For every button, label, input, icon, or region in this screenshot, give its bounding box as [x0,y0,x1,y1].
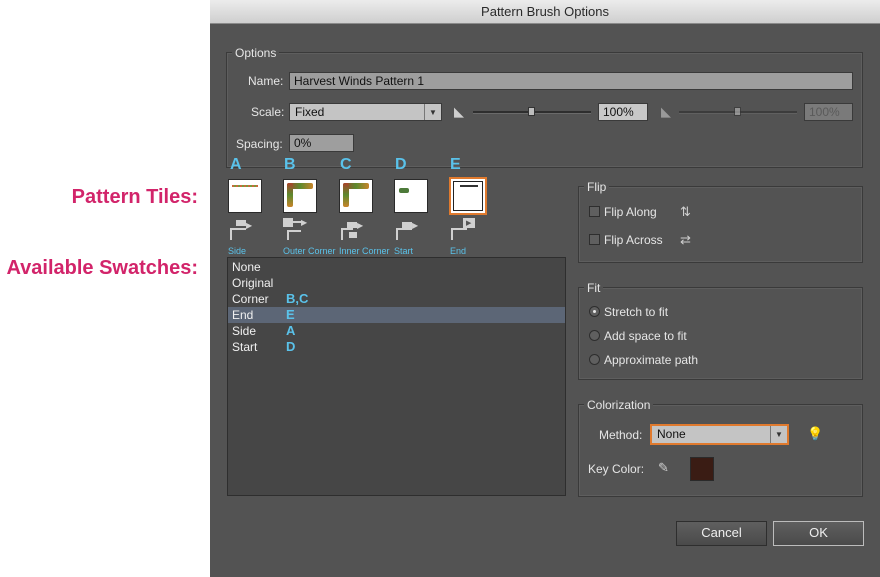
flip-across-label: Flip Across [604,233,663,247]
method-dropdown-value: None [657,427,686,441]
available-swatches-annotation: Available Swatches: [6,257,198,279]
cancel-button[interactable]: Cancel [676,521,767,546]
tile-caption-start: Start [394,246,414,256]
inner-corner-tile-icon: ▶ [339,218,367,242]
swatch-annotation: D [286,339,296,354]
spacing-label: Spacing: [236,137,283,151]
swatch-label: Original [232,276,274,290]
swatch-item-original[interactable]: Original [228,275,565,291]
flip-along-checkbox[interactable] [589,206,600,217]
key-color-label: Key Color: [588,462,645,476]
add-space-to-fit-label: Add space to fit [604,329,687,343]
flip-group-title: Flip [584,180,610,194]
end-tile-icon: ▶ [449,218,477,242]
name-input[interactable]: Harvest Winds Pattern 1 [289,72,853,90]
tile-caption-end: End [450,246,467,256]
eyedropper-icon[interactable]: ✎ [658,460,669,476]
approximate-path-label: Approximate path [604,353,699,367]
outer-corner-preview [287,183,313,209]
pattern-brush-options-dialog: Pattern Brush Options Options Name: Harv… [210,0,880,577]
scale-percent-input-disabled: 100% [804,103,853,121]
scale-variation-icon: ◣ [454,104,464,119]
swatch-label: Start [232,340,258,354]
scale-label: Scale: [251,105,285,119]
swatch-label: Corner [232,292,269,306]
colorization-group [578,404,863,497]
options-group-title: Options [232,46,280,60]
tile-caption-inner-corner: Inner Corner [339,246,390,256]
swatch-item-start[interactable]: Start D [228,339,565,355]
tile-letter-a: A [230,156,242,173]
scale-dropdown[interactable]: Fixed ▼ [289,103,442,121]
flip-across-icon: ⇄ [680,232,691,247]
flip-across-checkbox[interactable] [589,234,600,245]
tile-side[interactable] [228,179,262,213]
side-tile-icon: ▶ [228,218,256,242]
swatch-label: None [232,260,261,274]
dialog-title: Pattern Brush Options [210,0,880,24]
end-pattern-preview [453,181,483,211]
ok-button[interactable]: OK [773,521,864,546]
chevron-down-icon: ▼ [770,426,787,443]
stretch-to-fit-radio[interactable] [589,306,600,317]
chevron-down-icon: ▼ [424,104,441,120]
tile-outer-corner[interactable] [283,179,317,213]
scale-slider-thumb[interactable] [528,107,535,116]
flip-group [578,186,863,263]
swatch-list[interactable]: None Original Corner B,C End E Side A St… [227,257,566,496]
tile-letter-d: D [395,156,407,173]
tile-inner-corner[interactable] [339,179,373,213]
swatch-item-corner[interactable]: Corner B,C [228,291,565,307]
inner-corner-preview [343,183,369,209]
method-label: Method: [599,428,643,442]
tile-start[interactable] [394,179,428,213]
tile-end-selected[interactable] [449,177,487,215]
add-space-to-fit-radio[interactable] [589,330,600,341]
scale-variation-icon-disabled: ◣ [661,104,671,119]
flip-along-icon: ⇅ [680,204,691,219]
method-dropdown[interactable]: None ▼ [651,425,788,444]
flip-along-label: Flip Along [604,205,657,219]
swatch-label: Side [232,324,257,338]
side-pattern-preview [232,185,258,187]
scale-percent-input[interactable]: 100% [598,103,648,121]
swatch-annotation: A [286,323,296,338]
outer-corner-tile-icon: ▶ [283,218,311,242]
swatch-annotation: B,C [286,291,309,306]
tips-lightbulb-icon[interactable]: 💡 [807,426,823,442]
fit-group-title: Fit [584,281,604,295]
swatch-item-end-selected[interactable]: End E [228,307,565,323]
stretch-to-fit-label: Stretch to fit [604,305,669,319]
start-pattern-preview [399,188,409,193]
key-color-swatch[interactable] [690,457,714,481]
colorization-group-title: Colorization [584,398,654,412]
swatch-annotation: E [286,307,295,322]
tile-letter-b: B [284,156,296,173]
swatch-item-side[interactable]: Side A [228,323,565,339]
tile-caption-side: Side [228,246,247,256]
start-tile-icon: ▶ [394,218,422,242]
spacing-input[interactable]: 0% [289,134,354,152]
tile-caption-outer-corner: Outer Corner [283,246,336,256]
name-label: Name: [248,74,284,88]
tile-letter-c: C [340,156,352,173]
approximate-path-radio[interactable] [589,354,600,365]
pattern-tiles-annotation: Pattern Tiles: [71,186,198,208]
swatch-item-none[interactable]: None [228,259,565,275]
scale-slider-thumb-disabled [734,107,741,116]
tile-letter-e: E [450,156,461,173]
swatch-label: End [232,308,254,322]
scale-dropdown-value: Fixed [295,105,325,119]
